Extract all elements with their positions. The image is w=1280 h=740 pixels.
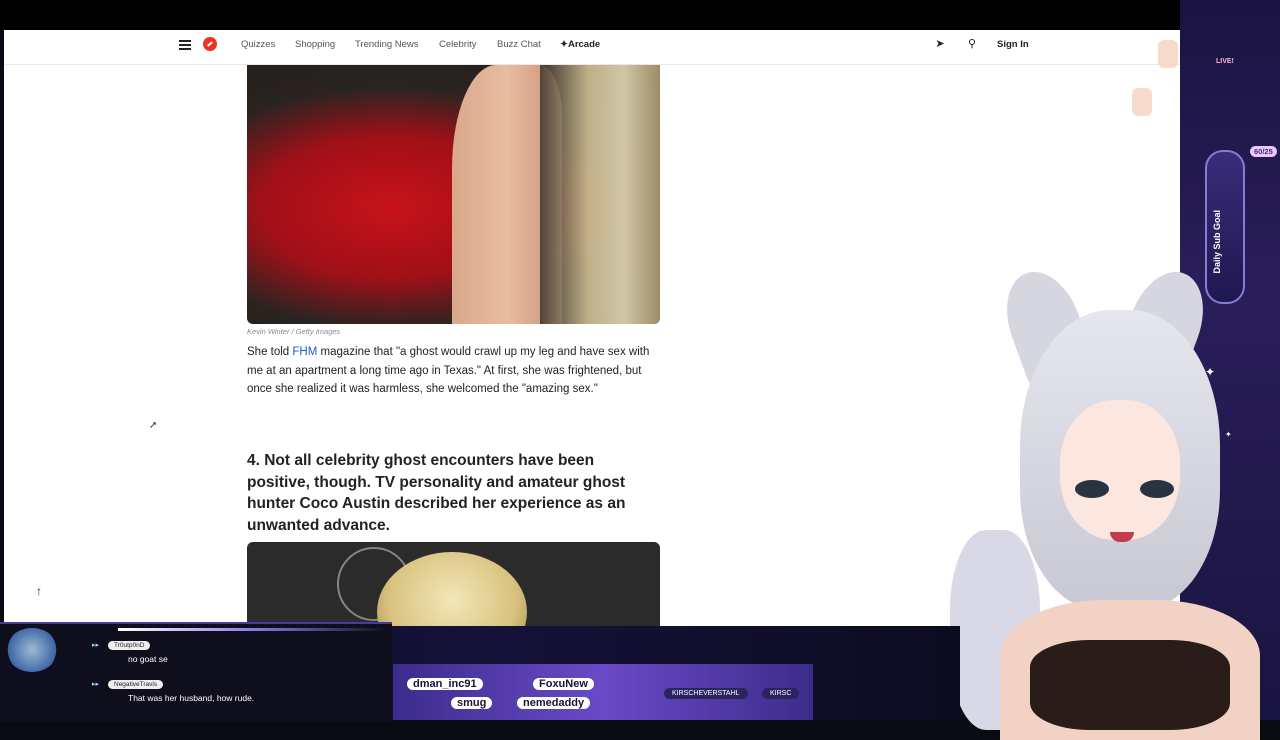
lantern-decoration	[1132, 88, 1152, 116]
send-icon[interactable]: ➤	[933, 37, 947, 51]
chat-arrow-icon: ▸▸	[92, 681, 100, 688]
nav-arcade[interactable]: ✦Arcade	[560, 39, 600, 50]
sparkle-icon: ✦	[560, 39, 568, 50]
paragraph-text-start: She told	[247, 346, 293, 358]
live-badge: LIVE!	[1216, 58, 1234, 65]
sign-in-link[interactable]: Sign In	[997, 39, 1029, 50]
avatar-eye-left	[1075, 480, 1109, 498]
image-caption: Kevin Winter / Getty Images	[247, 327, 341, 336]
twitter-handle: KIRSCHEVERSTAHL	[664, 688, 748, 699]
nav-trending-news[interactable]: Trending News	[355, 39, 419, 50]
ticker-name: FoxuNew	[533, 678, 594, 690]
chat-box	[0, 622, 392, 722]
sub-goal-label: Daily Sub Goal	[1212, 210, 1222, 274]
image-hair	[540, 65, 660, 324]
chat-glow	[118, 628, 388, 631]
chat-username: NegativeTravis	[108, 680, 164, 689]
chat-username: Tr0utp0nD	[108, 641, 151, 650]
top-black-strip	[0, 0, 1280, 30]
avatar-face	[1060, 400, 1180, 540]
menu-icon[interactable]	[179, 40, 191, 50]
discord-handle: KIRSC	[762, 688, 800, 699]
article-paragraph: She told FHM magazine that "a ghost woul…	[247, 343, 662, 399]
ticker-name: smug	[451, 697, 493, 709]
chat-message: no goat se	[128, 654, 168, 664]
ticker-name: dman_inc91	[407, 678, 483, 690]
nav-arcade-label: Arcade	[567, 39, 601, 50]
nav-quizzes[interactable]: Quizzes	[241, 39, 275, 50]
avatar-outfit	[1030, 640, 1230, 730]
section-heading: 4. Not all celebrity ghost encounters ha…	[247, 452, 626, 534]
nav-shopping[interactable]: Shopping	[295, 39, 335, 50]
site-nav: Quizzes Shopping Trending News Celebrity…	[4, 30, 1180, 65]
vtuber-avatar	[950, 261, 1280, 740]
ticker-name: nemedaddy	[517, 697, 591, 709]
arrow-up-icon[interactable]: ↑	[30, 582, 48, 600]
sub-ticker: dman_inc91 FoxuNew smug nemedaddy	[393, 664, 813, 720]
chat-arrow-icon: ▸▸	[92, 642, 100, 649]
lantern-decoration	[1158, 40, 1178, 68]
article-image-coco-austin	[247, 542, 660, 626]
article-image-red-dress	[247, 65, 660, 324]
chat-message: That was her husband, how rude.	[128, 693, 255, 703]
nav-celebrity[interactable]: Celebrity	[439, 39, 477, 50]
fhm-link[interactable]: FHM	[292, 346, 317, 358]
avatar-eye-right	[1140, 480, 1174, 498]
logo-icon[interactable]	[203, 37, 217, 51]
nav-buzz-chat[interactable]: Buzz Chat	[497, 39, 541, 50]
sub-goal-count: 60/25	[1250, 146, 1277, 157]
mascot-icon	[6, 628, 58, 672]
cursor-icon: ➚	[149, 420, 158, 431]
search-icon[interactable]: ⚲	[965, 37, 979, 51]
